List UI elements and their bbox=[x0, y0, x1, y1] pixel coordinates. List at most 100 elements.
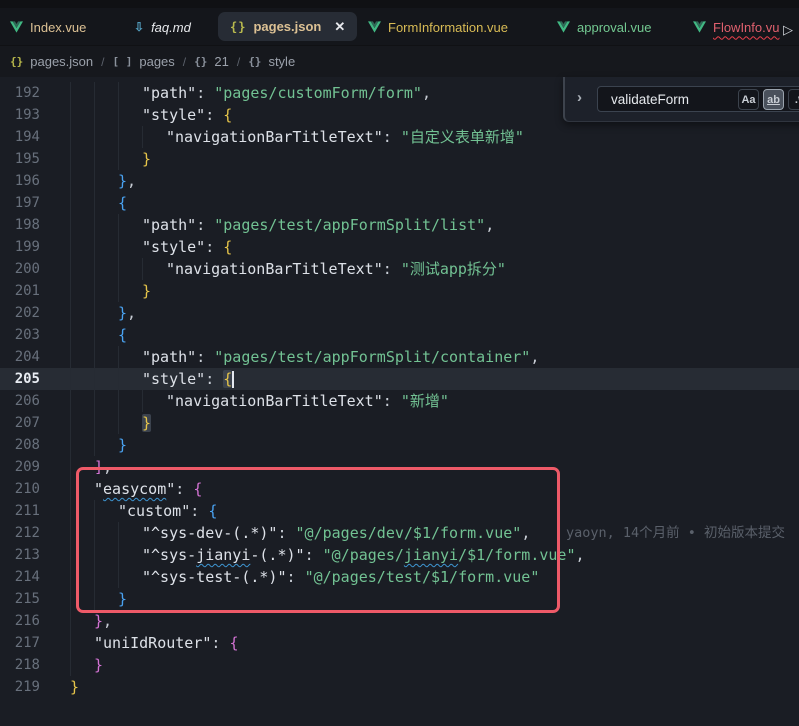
find-collapse-chevron-icon[interactable]: › bbox=[577, 89, 582, 106]
indent-guide bbox=[118, 236, 142, 258]
code-line-202[interactable]: 202}, bbox=[0, 302, 799, 324]
line-number[interactable]: 200 bbox=[0, 261, 40, 277]
indent-guide bbox=[94, 170, 118, 192]
code-line-207[interactable]: 207} bbox=[0, 412, 799, 434]
code-line-217[interactable]: 217"uniIdRouter": { bbox=[0, 632, 799, 654]
code-token: } bbox=[118, 304, 127, 322]
line-number[interactable]: 203 bbox=[0, 327, 40, 343]
line-number[interactable]: 207 bbox=[0, 415, 40, 431]
code-editor[interactable]: 192 "path": "pages/customForm/form", 193 "s… bbox=[0, 77, 799, 726]
code-line-209[interactable]: 209], bbox=[0, 456, 799, 478]
line-number[interactable]: 214 bbox=[0, 569, 40, 585]
indent-guide bbox=[94, 368, 118, 390]
line-number[interactable]: 192 bbox=[0, 85, 40, 101]
indent-guide bbox=[70, 632, 94, 654]
whole-word-toggle[interactable]: ab bbox=[763, 89, 784, 110]
code-line-194[interactable]: 194"navigationBarTitleText": "自定义表单新增" bbox=[0, 126, 799, 148]
indent-guide bbox=[94, 566, 118, 588]
line-number[interactable]: 213 bbox=[0, 547, 40, 563]
code-line-214[interactable]: 214"^sys-test-(.*)": "@/pages/test/$1/fo… bbox=[0, 566, 799, 588]
code-line-204[interactable]: 204"path": "pages/test/appFormSplit/cont… bbox=[0, 346, 799, 368]
code-line-197[interactable]: 197{ bbox=[0, 192, 799, 214]
breadcrumb-separator: / bbox=[183, 55, 186, 69]
code-line-200[interactable]: 200"navigationBarTitleText": "测试app拆分" bbox=[0, 258, 799, 280]
indent-guide bbox=[70, 104, 94, 126]
line-number[interactable]: 209 bbox=[0, 459, 40, 475]
code-line-206[interactable]: 206"navigationBarTitleText": "新增" bbox=[0, 390, 799, 412]
line-number[interactable]: 219 bbox=[0, 679, 40, 695]
line-number[interactable]: 210 bbox=[0, 481, 40, 497]
line-number[interactable]: 205 bbox=[0, 371, 40, 387]
code-line-199[interactable]: 199 "style": { bbox=[0, 236, 799, 258]
tab-Index.vue[interactable]: Index.vue bbox=[0, 12, 96, 42]
line-number[interactable]: 197 bbox=[0, 195, 40, 211]
code-line-216[interactable]: 216}, bbox=[0, 610, 799, 632]
tab-FlowInfo.vu[interactable]: FlowInfo.vu bbox=[683, 12, 789, 42]
line-number[interactable]: 206 bbox=[0, 393, 40, 409]
line-content: }, bbox=[70, 170, 136, 192]
code-token: "style" bbox=[142, 106, 205, 124]
tab-label: FormInformation.vue bbox=[388, 20, 508, 35]
breadcrumb-separator: / bbox=[237, 55, 240, 69]
find-input[interactable] bbox=[598, 87, 758, 111]
line-number[interactable]: 196 bbox=[0, 173, 40, 189]
code-line-203[interactable]: 203 { bbox=[0, 324, 799, 346]
code-line-210[interactable]: 210"easycom": { bbox=[0, 478, 799, 500]
symbol-object-icon: {} bbox=[194, 55, 207, 68]
indent-guide bbox=[142, 390, 166, 412]
tab-approval.vue[interactable]: approval.vue bbox=[547, 12, 661, 42]
line-number[interactable]: 216 bbox=[0, 613, 40, 629]
line-number[interactable]: 199 bbox=[0, 239, 40, 255]
code-line-201[interactable]: 201} bbox=[0, 280, 799, 302]
line-number[interactable]: 195 bbox=[0, 151, 40, 167]
line-content: "path": "pages/customForm/form", bbox=[70, 82, 431, 104]
code-token: { bbox=[223, 238, 232, 256]
code-line-208[interactable]: 208} bbox=[0, 434, 799, 456]
code-token: , bbox=[127, 172, 136, 190]
line-number[interactable]: 215 bbox=[0, 591, 40, 607]
breadcrumb-item-pages.json[interactable]: {}pages.json bbox=[10, 54, 93, 69]
code-line-205[interactable]: 205"style": { bbox=[0, 368, 799, 390]
indent-guide bbox=[70, 192, 94, 214]
close-icon[interactable]: ✕ bbox=[334, 19, 345, 35]
tab-pages.json[interactable]: {}pages.json✕ bbox=[218, 12, 357, 41]
line-content: } bbox=[70, 654, 103, 676]
line-number[interactable]: 208 bbox=[0, 437, 40, 453]
line-number[interactable]: 212 bbox=[0, 525, 40, 541]
line-number[interactable]: 194 bbox=[0, 129, 40, 145]
code-line-212[interactable]: 212"^sys-dev-(.*)": "@/pages/dev/$1/form… bbox=[0, 522, 799, 544]
code-token: } bbox=[94, 612, 103, 630]
code-line-196[interactable]: 196}, bbox=[0, 170, 799, 192]
code-line-211[interactable]: 211"custom": { bbox=[0, 500, 799, 522]
line-number[interactable]: 211 bbox=[0, 503, 40, 519]
code-token: "style" bbox=[142, 238, 205, 256]
line-number[interactable]: 198 bbox=[0, 217, 40, 233]
breadcrumb-label: pages bbox=[139, 54, 174, 69]
match-case-toggle[interactable]: Aa bbox=[738, 89, 759, 110]
tab-FormInformation.vue[interactable]: FormInformation.vue bbox=[358, 12, 518, 42]
line-number[interactable]: 202 bbox=[0, 305, 40, 321]
breadcrumb-item-21[interactable]: {}21 bbox=[194, 54, 229, 69]
line-content: "style": { bbox=[70, 236, 232, 258]
code-line-213[interactable]: 213"^sys-jianyi-(.*)": "@/pages/jianyi/$… bbox=[0, 544, 799, 566]
code-line-215[interactable]: 215} bbox=[0, 588, 799, 610]
line-content: ], bbox=[70, 456, 112, 478]
tab-faq.md[interactable]: ⇩faq.md bbox=[124, 12, 201, 42]
code-line-198[interactable]: 198"path": "pages/test/appFormSplit/list… bbox=[0, 214, 799, 236]
line-number[interactable]: 218 bbox=[0, 657, 40, 673]
code-token: { bbox=[118, 326, 127, 344]
line-number[interactable]: 193 bbox=[0, 107, 40, 123]
line-number[interactable]: 201 bbox=[0, 283, 40, 299]
line-number[interactable]: 204 bbox=[0, 349, 40, 365]
breadcrumb-item-pages[interactable]: [ ]pages bbox=[112, 54, 174, 69]
code-line-218[interactable]: 218} bbox=[0, 654, 799, 676]
code-token: "navigationBarTitleText" bbox=[166, 128, 383, 146]
breadcrumb: {}pages.json/[ ]pages/{}21/{}style bbox=[0, 46, 799, 77]
line-number[interactable]: 217 bbox=[0, 635, 40, 651]
regex-toggle[interactable]: .* bbox=[788, 89, 799, 110]
code-line-219[interactable]: 219} bbox=[0, 676, 799, 698]
code-line-195[interactable]: 195} bbox=[0, 148, 799, 170]
code-token: "path" bbox=[142, 348, 196, 366]
breadcrumb-item-style[interactable]: {}style bbox=[248, 54, 295, 69]
code-token: } bbox=[142, 282, 151, 300]
